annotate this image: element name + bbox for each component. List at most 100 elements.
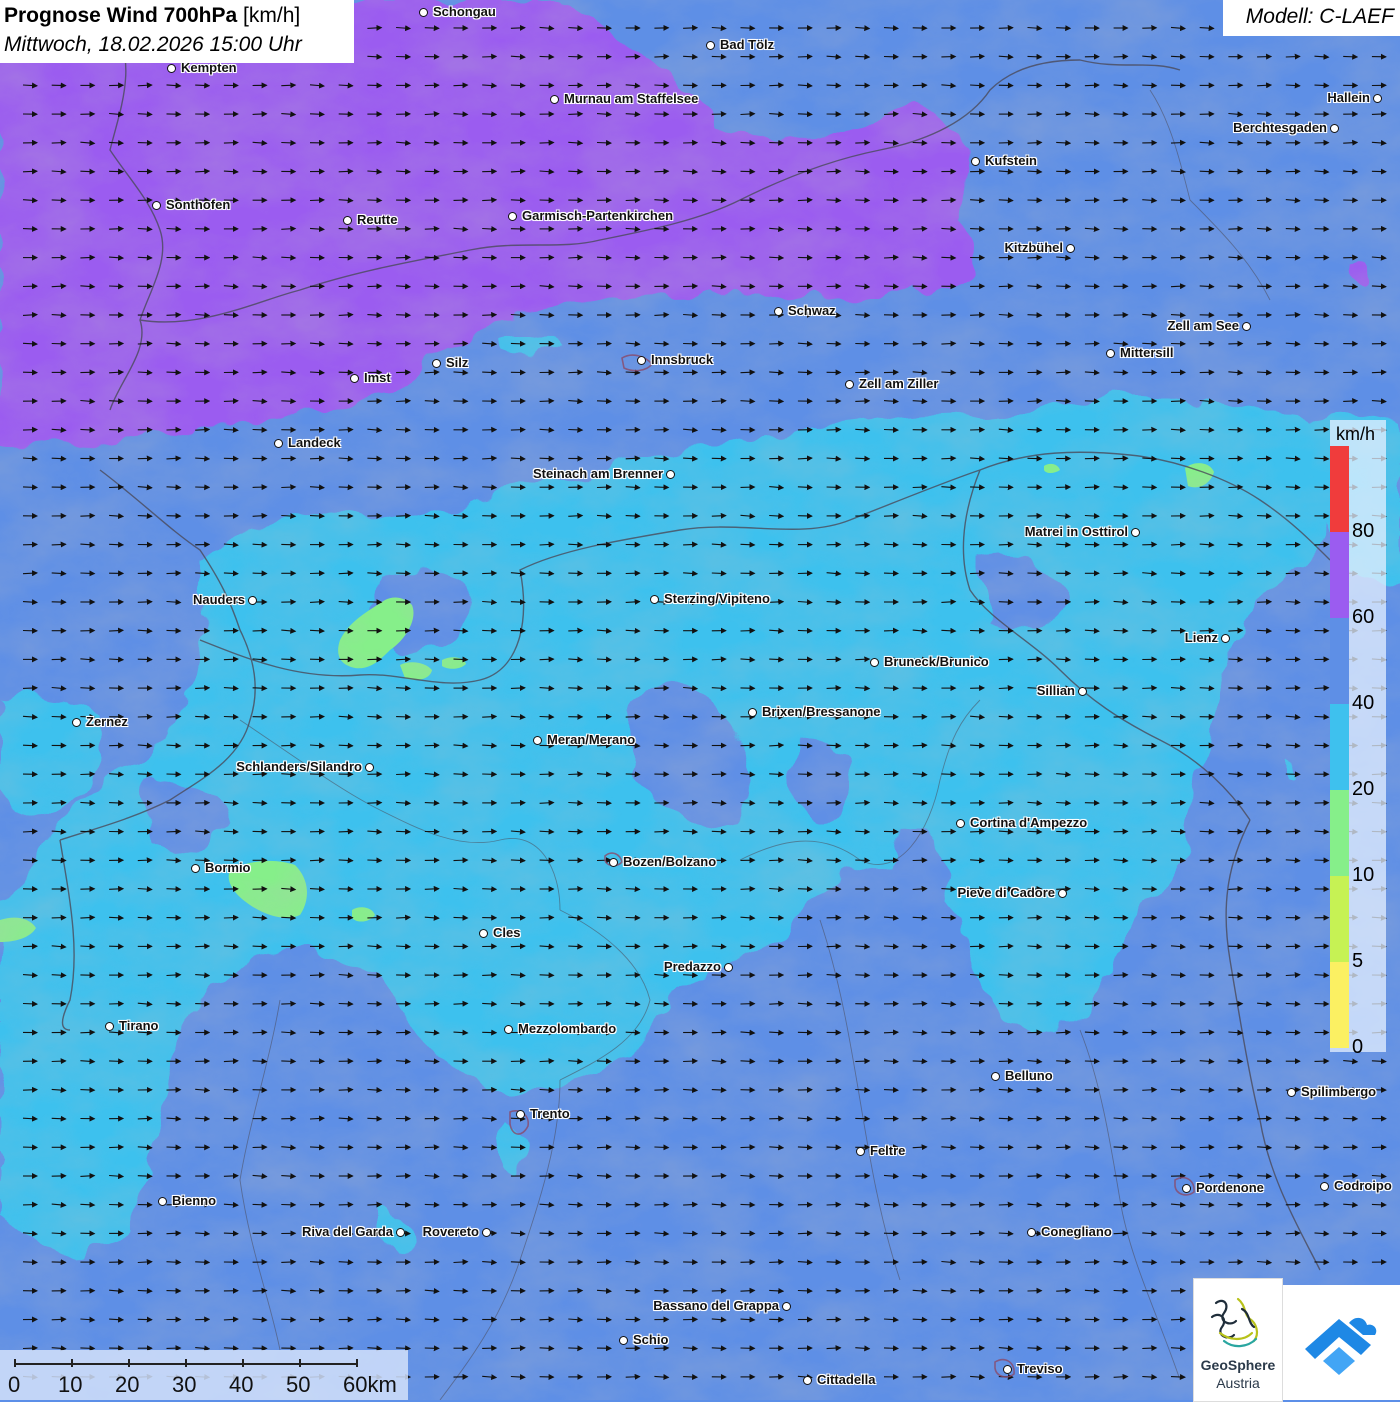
wind-arrow-icon (769, 1262, 783, 1263)
wind-arrow-icon (1343, 1233, 1357, 1234)
wind-arrow-icon (224, 975, 238, 976)
wind-arrow-icon (167, 1233, 181, 1234)
city-marker-icon (803, 1376, 812, 1385)
scale-label: 10 (58, 1372, 82, 1398)
wind-arrow-icon (568, 171, 582, 172)
wind-arrow-icon (597, 401, 611, 402)
wind-arrow-icon (1171, 1319, 1185, 1320)
wind-arrow-icon (138, 1118, 152, 1119)
city-label: Treviso (1017, 1361, 1063, 1376)
wind-arrow-icon (827, 745, 841, 746)
wind-arrow-icon (999, 860, 1013, 861)
wind-arrow-icon (1142, 171, 1156, 172)
wind-arrow-icon (339, 171, 353, 172)
wind-arrow-icon (1085, 1176, 1099, 1177)
wind-arrow-icon (1228, 286, 1242, 287)
wind-arrow-icon (1028, 831, 1042, 832)
wind-arrow-icon (511, 28, 525, 29)
city-marker-icon (706, 41, 715, 50)
wind-arrow-icon (1114, 717, 1128, 718)
wind-arrow-icon (1200, 171, 1214, 172)
wind-arrow-icon (482, 630, 496, 631)
wind-arrow-icon (1114, 1233, 1128, 1234)
city-marker-icon (1242, 322, 1251, 331)
wind-arrow-icon (626, 774, 640, 775)
wind-arrow-icon (913, 1319, 927, 1320)
wind-arrow-icon (367, 200, 381, 201)
wind-arrow-icon (80, 257, 94, 258)
wind-arrow-icon (941, 516, 955, 517)
wind-arrow-icon (1028, 659, 1042, 660)
wind-arrow-icon (281, 401, 295, 402)
wind-arrow-icon (80, 516, 94, 517)
wind-arrow-icon (23, 688, 37, 689)
wind-arrow-icon (798, 114, 812, 115)
wind-arrow-icon (23, 1348, 37, 1349)
wind-arrow-icon (654, 1090, 668, 1091)
wind-arrow-icon (109, 1147, 123, 1148)
city-label: Garmisch-Partenkirchen (522, 208, 673, 223)
wind-arrow-icon (1257, 602, 1271, 603)
wind-arrow-icon (195, 1262, 209, 1263)
wind-arrow-icon (1257, 860, 1271, 861)
city-marker-icon (991, 1072, 1000, 1081)
city-marker-icon (191, 864, 200, 873)
wind-arrow-icon (80, 774, 94, 775)
wind-arrow-icon (798, 630, 812, 631)
wind-arrow-icon (798, 975, 812, 976)
wind-arrow-icon (109, 1061, 123, 1062)
city-marker-icon (343, 216, 352, 225)
wind-arrow-icon (1171, 401, 1185, 402)
city-marker-icon (482, 1228, 491, 1237)
city-marker-icon (619, 1336, 628, 1345)
city-marker-icon (419, 8, 428, 17)
city-label: Schio (633, 1332, 668, 1347)
geosphere-austria-logo: GeoSphere Austria (1193, 1278, 1283, 1402)
wind-arrow-icon (1028, 917, 1042, 918)
wind-arrow-icon (654, 573, 668, 574)
app-logo (1283, 1285, 1400, 1400)
wind-arrow-icon (454, 1118, 468, 1119)
city-marker-icon (350, 374, 359, 383)
wind-arrow-icon (281, 1319, 295, 1320)
wind-arrow-icon (454, 860, 468, 861)
scale-label: 30 (172, 1372, 196, 1398)
city-label: Nauders (193, 592, 245, 607)
wind-arrow-icon (1228, 1147, 1242, 1148)
legend-swatch (1330, 876, 1349, 962)
wind-arrow-icon (482, 1147, 496, 1148)
wind-arrow-icon (884, 1032, 898, 1033)
wind-arrow-icon (425, 1147, 439, 1148)
legend-label: 80 (1352, 520, 1374, 543)
wind-arrow-icon (396, 1090, 410, 1091)
wind-arrow-icon (855, 143, 869, 144)
scale-tick (356, 1359, 358, 1367)
wind-arrow-icon (1228, 803, 1242, 804)
wind-arrow-icon (281, 143, 295, 144)
wind-arrow-icon (884, 1090, 898, 1091)
wind-arrow-icon (568, 946, 582, 947)
wind-arrow-icon (425, 544, 439, 545)
city-label: Tirano (119, 1018, 159, 1033)
city-label: Innsbruck (651, 352, 713, 367)
wind-arrow-icon (195, 343, 209, 344)
wind-arrow-icon (23, 229, 37, 230)
wind-arrow-icon (1114, 56, 1128, 57)
wind-arrow-icon (769, 343, 783, 344)
wind-arrow-icon (1257, 774, 1271, 775)
wind-arrow-icon (1315, 602, 1329, 603)
wind-arrow-icon (52, 803, 66, 804)
wind-arrow-icon (884, 114, 898, 115)
city-label: Bienno (172, 1193, 216, 1208)
wind-arrow-icon (1171, 717, 1185, 718)
wind-arrow-icon (798, 889, 812, 890)
legend-swatch (1330, 618, 1349, 704)
city-marker-icon (650, 595, 659, 604)
wind-arrow-icon (281, 487, 295, 488)
wind-arrow-icon (712, 917, 726, 918)
wind-arrow-icon (1286, 831, 1300, 832)
wind-arrow-icon (827, 430, 841, 431)
wind-arrow-icon (339, 831, 353, 832)
wind-arrow-icon (1114, 114, 1128, 115)
city-label: Kufstein (985, 153, 1037, 168)
